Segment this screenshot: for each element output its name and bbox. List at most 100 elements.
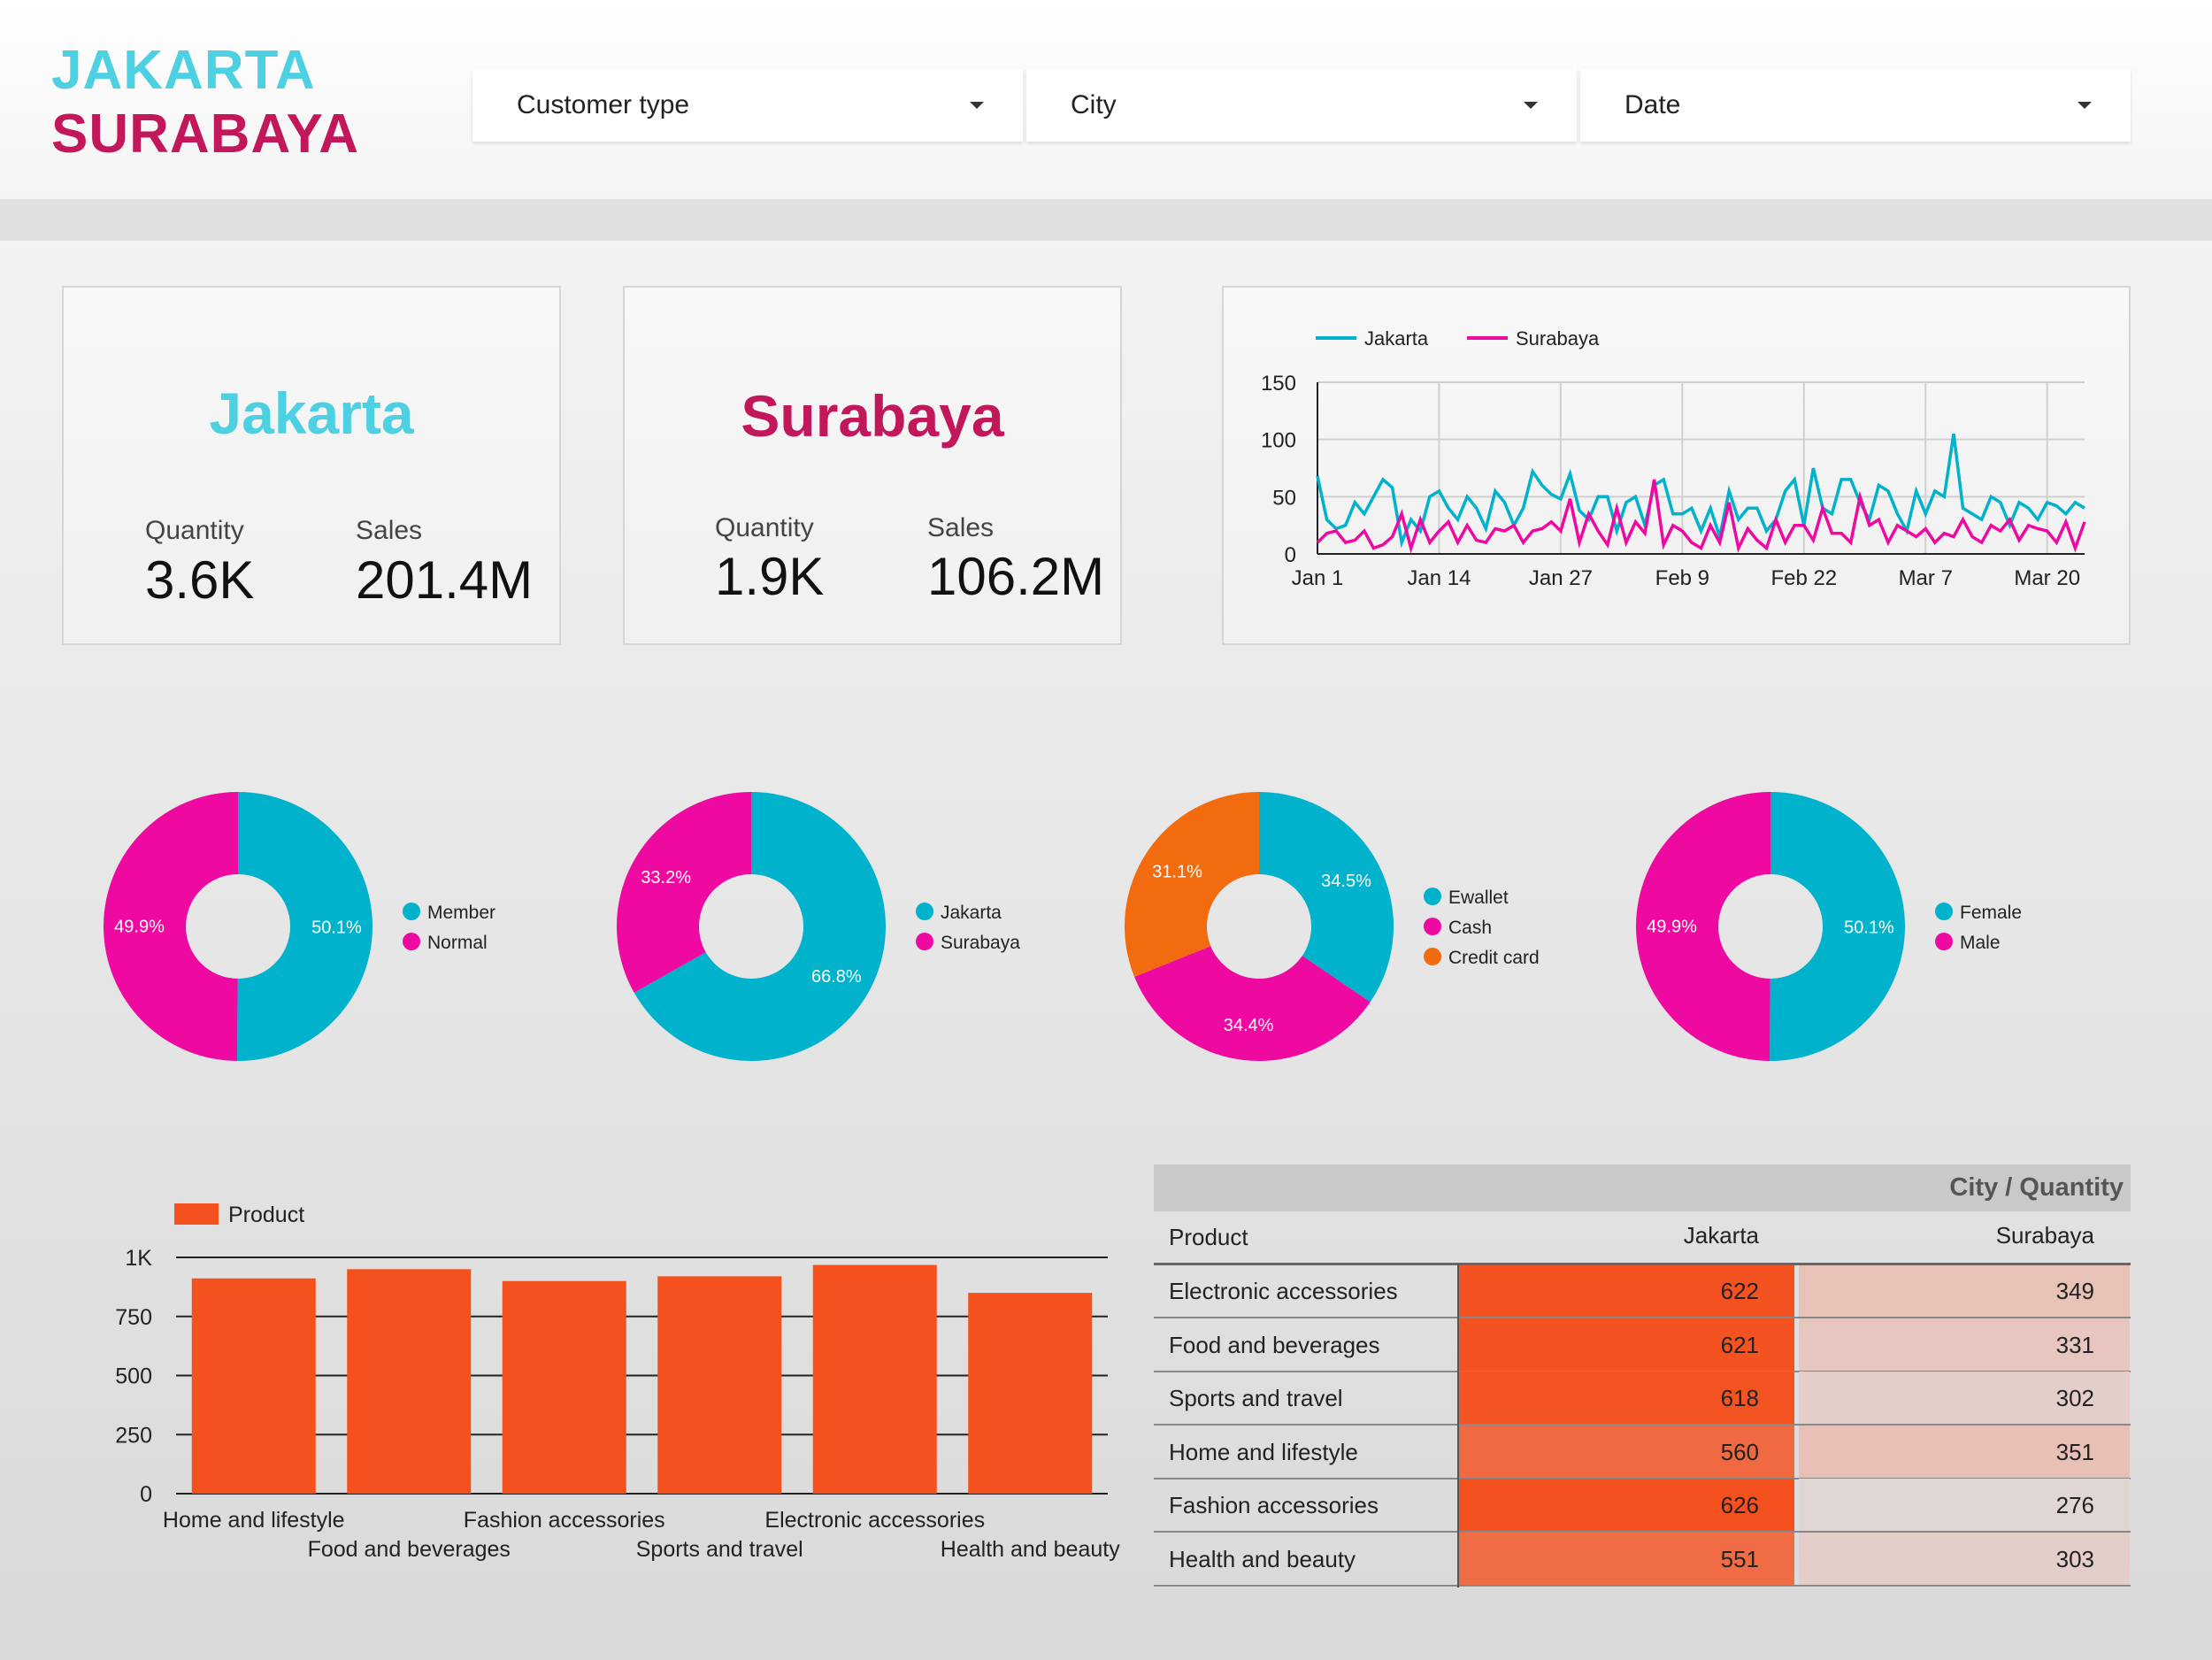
table-cell-product: Home and lifestyle (1169, 1438, 1358, 1465)
filter-customer-type-label: Customer type (517, 90, 690, 119)
chevron-down-icon (2078, 102, 2092, 109)
x-tick-label: Jan 14 (1407, 566, 1471, 590)
x-tick-label: Feb 22 (1770, 566, 1837, 590)
x-tick-label: Feb 9 (1655, 566, 1709, 590)
donut-slice-ewallet (1259, 792, 1394, 1003)
table-cell-jakarta: 560 (1458, 1425, 1794, 1479)
y-tick-label: 500 (115, 1364, 152, 1389)
bar (502, 1280, 626, 1494)
header-divider-band (0, 199, 2212, 241)
y-tick-label: 150 (1261, 372, 1296, 396)
y-tick-label: 50 (1272, 486, 1296, 510)
sales-value: 106.2M (927, 547, 1105, 606)
table-cell-jakarta: 621 (1458, 1318, 1794, 1372)
table-cell-surabaya: 302 (1799, 1372, 2130, 1425)
table-cell-jakarta: 551 (1458, 1532, 1794, 1586)
bar (812, 1264, 937, 1494)
legend-swatch (403, 903, 420, 920)
filter-date-label: Date (1624, 90, 1681, 119)
donut-chart-city: 66.8% 33.2% Jakarta Surabaya (617, 792, 1020, 1061)
line-chart: 0 50 100 150 Jan 1 Jan 14 Jan 27 Feb 9 Feb 22 Mar… (1261, 327, 2086, 590)
table-cell-surabaya: 276 (1799, 1479, 2130, 1532)
x-tick-label: Sports and travel (636, 1537, 803, 1562)
table-cell-surabaya: 303 (1799, 1532, 2130, 1586)
y-tick-label: 0 (1285, 543, 1296, 567)
legend-label: Surabaya (1516, 327, 1600, 350)
legend-swatch (174, 1203, 219, 1225)
legend-swatch (916, 903, 933, 920)
donut-slice-surabaya (617, 792, 751, 993)
table-cell-product: Electronic accessories (1169, 1278, 1398, 1304)
bar (347, 1269, 472, 1494)
legend-label: Ewallet (1448, 888, 1509, 908)
legend-swatch (1424, 948, 1441, 965)
slice-percent-label: 49.9% (114, 918, 165, 937)
table-cell-product: Food and beverages (1169, 1331, 1380, 1358)
title-surabaya: SURABAYA (51, 104, 359, 165)
donut-chart-payment: 34.5% 34.4% 31.1% Ewallet Cash Credit card (1125, 792, 1540, 1061)
donut-chart-gender: 50.1% 49.9% Female Male (1635, 792, 2022, 1061)
x-tick-label: Home and lifestyle (163, 1508, 345, 1533)
table-cell-product: Fashion accessories (1169, 1492, 1379, 1518)
legend-label: Member (427, 903, 495, 923)
title-jakarta: JAKARTA (51, 40, 316, 101)
table-row-divider (1154, 1584, 2131, 1587)
filter-date[interactable]: Date (1580, 69, 2131, 142)
sales-label: Sales (927, 513, 995, 542)
x-tick-label: Health and beauty (941, 1537, 1120, 1562)
legend-swatch (1935, 933, 1953, 950)
x-tick-label: Jan 27 (1529, 566, 1593, 590)
series-line-jakarta (1316, 433, 2085, 549)
filter-city-label: City (1071, 90, 1117, 119)
bar-chart-product: 0 250 500 750 1K Home and lifestyle Food and b… (115, 1203, 1120, 1562)
table-cell-product: Sports and travel (1169, 1385, 1343, 1411)
table-header-product: Product (1169, 1224, 1248, 1250)
legend-swatch (1424, 918, 1441, 935)
y-tick-label: 0 (140, 1482, 152, 1507)
filter-city[interactable]: City (1026, 69, 1577, 142)
table-header-surabaya: Surabaya (1995, 1222, 2094, 1249)
slice-percent-label: 49.9% (1647, 918, 1697, 937)
legend-swatch (403, 933, 420, 950)
slice-percent-label: 34.4% (1224, 1016, 1274, 1035)
y-tick-label: 250 (115, 1423, 152, 1448)
legend-label: Male (1960, 933, 2001, 953)
y-tick-label: 750 (115, 1305, 152, 1330)
x-tick-label: Food and beverages (308, 1537, 511, 1562)
legend-swatch (1424, 888, 1441, 905)
legend-label: Credit card (1448, 948, 1540, 968)
scorecard-surabaya: Surabaya Quantity 1.9K Sales 106.2M (623, 286, 1122, 645)
table-cell-jakarta: 626 (1458, 1479, 1794, 1532)
table-cell-product: Health and beauty (1169, 1545, 1356, 1572)
quantity-value: 1.9K (715, 547, 825, 606)
table-title: City / Quantity (1154, 1164, 2131, 1211)
quantity-label: Quantity (145, 516, 244, 545)
sales-value: 201.4M (356, 550, 534, 610)
quantity-label: Quantity (715, 513, 814, 542)
x-tick-label: Mar 20 (2014, 566, 2080, 590)
table-header-divider (1154, 1263, 2131, 1265)
slice-percent-label: 50.1% (1844, 918, 1894, 937)
y-tick-label: 100 (1261, 429, 1296, 453)
donut-slice-credit-card (1125, 792, 1259, 977)
table-cell-surabaya: 349 (1799, 1264, 2130, 1318)
slice-percent-label: 34.5% (1321, 872, 1371, 891)
legend-label: Jakarta (1364, 327, 1429, 350)
table-cell-jakarta: 622 (1458, 1264, 1794, 1318)
legend-label: Cash (1448, 918, 1492, 938)
y-tick-label: 1K (125, 1246, 152, 1271)
legend-swatch (916, 933, 933, 950)
x-tick-label: Electronic accessories (764, 1508, 985, 1533)
slice-percent-label: 66.8% (811, 967, 862, 987)
x-tick-label: Mar 7 (1899, 566, 1953, 590)
filter-customer-type[interactable]: Customer type (472, 69, 1023, 142)
x-tick-label: Fashion accessories (464, 1508, 665, 1533)
legend-swatch (1935, 903, 1953, 920)
legend-label: Product (228, 1203, 304, 1227)
legend-label: Female (1960, 903, 2022, 923)
scorecard-jakarta: Jakarta Quantity 3.6K Sales 201.4M (62, 286, 561, 645)
slice-percent-label: 33.2% (641, 868, 691, 888)
legend-label: Jakarta (941, 903, 1002, 923)
table-cell-jakarta: 618 (1458, 1372, 1794, 1425)
chevron-down-icon (1524, 102, 1538, 109)
